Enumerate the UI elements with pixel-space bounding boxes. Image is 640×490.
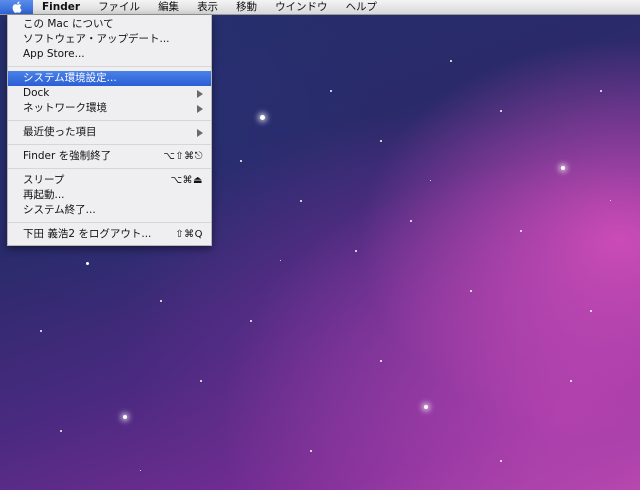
menu-item-software-update[interactable]: ソフトウェア・アップデート... [8,32,211,47]
star [561,166,565,170]
shortcut-label: ⇧⌘Q [175,229,203,240]
star [500,460,502,462]
menu-item-app-store[interactable]: App Store... [8,47,211,62]
menu-view[interactable]: 表示 [188,0,227,14]
star [140,470,141,471]
apple-logo-icon [12,1,22,13]
menu-separator [8,144,211,145]
menu-item-label: 再起動... [23,189,65,201]
star [300,200,302,202]
menu-item-sleep[interactable]: スリープ ⌥⌘⏏ [8,173,211,188]
star [380,360,382,362]
menu-item-system-preferences[interactable]: システム環境設定... [8,71,211,86]
star [123,415,127,419]
menu-item-label: ソフトウェア・アップデート... [23,33,170,45]
menu-item-label: システム環境設定... [23,72,117,84]
submenu-arrow-icon [197,129,203,137]
menu-separator [8,66,211,67]
star [410,220,412,222]
star [280,260,281,261]
star [40,330,42,332]
menu-window[interactable]: ウインドウ [266,0,337,14]
menu-item-label: 最近使った項目 [23,126,97,138]
menu-separator [8,168,211,169]
menu-separator [8,222,211,223]
star [500,110,502,112]
shortcut-label: ⌥⇧⌘⎋ [163,151,203,162]
star [355,250,357,252]
menu-item-label: スリープ [23,174,65,186]
menu-item-logout[interactable]: 下田 義浩2 をログアウト... ⇧⌘Q [8,227,211,242]
star [380,140,382,142]
menu-item-force-quit[interactable]: Finder を強制終了 ⌥⇧⌘⎋ [8,149,211,164]
menu-item-label: この Mac について [23,18,114,30]
menu-item-recent-items[interactable]: 最近使った項目 [8,125,211,140]
star [260,115,265,120]
menu-finder[interactable]: Finder [33,0,89,14]
star [590,310,592,312]
menu-item-label: 下田 義浩2 をログアウト... [23,228,152,240]
star [330,90,332,92]
apple-menu-button[interactable] [0,0,33,14]
menu-item-label: ネットワーク環境 [23,102,107,114]
star [60,430,62,432]
apple-dropdown-menu: この Mac について ソフトウェア・アップデート... App Store..… [7,15,212,246]
star [470,290,472,292]
menu-item-label: システム終了... [23,204,96,216]
star [250,320,252,322]
menu-file[interactable]: ファイル [89,0,149,14]
star [430,180,431,181]
menu-item-about-this-mac[interactable]: この Mac について [8,17,211,32]
submenu-arrow-icon [197,105,203,113]
star [450,60,452,62]
star [160,300,162,302]
menu-item-dock[interactable]: Dock [8,86,211,101]
menu-bar: Finder ファイル 編集 表示 移動 ウインドウ ヘルプ [0,0,640,15]
star [520,230,522,232]
menu-item-network-location[interactable]: ネットワーク環境 [8,101,211,116]
menu-separator [8,120,211,121]
star [424,405,428,409]
menu-help[interactable]: ヘルプ [337,0,387,14]
menu-go[interactable]: 移動 [227,0,266,14]
menu-item-label: Finder を強制終了 [23,150,112,162]
star [570,380,572,382]
menu-item-restart[interactable]: 再起動... [8,188,211,203]
submenu-arrow-icon [197,90,203,98]
shortcut-label: ⌥⌘⏏ [170,175,203,186]
menu-item-label: Dock [23,87,50,99]
star [86,262,89,265]
star [200,380,202,382]
menu-item-shutdown[interactable]: システム終了... [8,203,211,218]
menu-item-label: App Store... [23,48,85,60]
star [600,90,602,92]
menu-edit[interactable]: 編集 [149,0,188,14]
star [610,200,611,201]
star [240,160,242,162]
star [310,450,312,452]
